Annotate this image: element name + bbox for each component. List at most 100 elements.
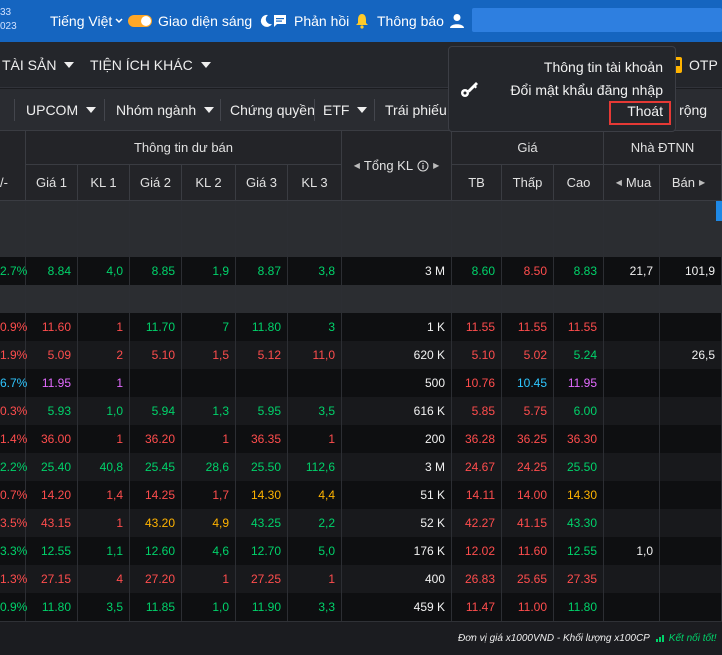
cell-g1: 14.20 [26, 481, 78, 509]
cell-buy [604, 565, 660, 593]
tab-divider [104, 99, 105, 121]
cell-tkl: 616 K [342, 397, 452, 425]
table-row[interactable]: 1.4% 36.00 1 36.20 1 36.35 1 200 36.28 36.25 36.30 [0, 425, 722, 453]
header-col-price3[interactable]: Giá 3 [236, 165, 288, 201]
logout-highlight-box [609, 101, 671, 125]
cell-g2: 12.60 [130, 537, 182, 565]
cell-chg: 3.5% [0, 509, 27, 537]
cell-low: 11.60 [502, 537, 554, 565]
table-row[interactable]: 2.7% 8.84 4,0 8.85 1,9 8.87 3,8 3 M 8.60 8.50 8.83… [0, 257, 722, 285]
tab-bonds[interactable]: Trái phiếu [385, 89, 447, 131]
header-col-vol1[interactable]: KL 1 [78, 165, 130, 201]
cell-g2: 8.85 [130, 257, 182, 285]
cell-kl2 [182, 229, 236, 257]
header-col-high[interactable]: Cao [554, 165, 604, 201]
header-col-avg[interactable]: TB [452, 165, 502, 201]
menu-utilities[interactable]: TIỆN ÍCH KHÁC [90, 42, 211, 88]
cell-g1 [26, 285, 78, 313]
tab-warrants[interactable]: Chứng quyền [230, 89, 315, 131]
table-row[interactable]: 1.3% 27.15 4 27.20 1 27.25 1 400 26.83 25.65 27.35 [0, 565, 722, 593]
header-col-low[interactable]: Thấp [502, 165, 554, 201]
header-total-volume[interactable]: ◀ Tổng KL ▶ [342, 131, 452, 201]
cell-kl1: 1 [78, 313, 130, 341]
menu-change-password[interactable]: Đổi mật khẩu đăng nhập [510, 82, 663, 98]
header-col-foreign-sell[interactable]: Bán ▶ [660, 165, 722, 201]
cell-tkl [342, 201, 452, 229]
header-col-price1[interactable]: Giá 1 [26, 165, 78, 201]
cell-g3: 27.25 [236, 565, 288, 593]
table-row[interactable]: 0.9% 11.80 3,5 11.85 1,0 11.90 3,3 459 K 11.47 11… [0, 593, 722, 621]
menu-assets[interactable]: TÀI SẢN [2, 42, 75, 88]
menu-account-info[interactable]: Thông tin tài khoản [544, 59, 663, 75]
header-col-price2[interactable]: Giá 2 [130, 165, 182, 201]
cell-g2: 36.20 [130, 425, 182, 453]
menu-assets-label: TÀI SẢN [2, 57, 57, 73]
table-row[interactable]: 2.2% 25.40 40,8 25.45 28,6 25.50 112,6 3 M 24.67… [0, 453, 722, 481]
cell-kl2: 4,6 [182, 537, 236, 565]
cell-g3: 12.70 [236, 537, 288, 565]
header-col-change[interactable]: /- [0, 165, 26, 201]
table-row[interactable]: 0.3% 5.93 1,0 5.94 1,3 5.95 3,5 616 K 5.85 5.75 6.… [0, 397, 722, 425]
table-row[interactable]: 3.3% 12.55 1,1 12.60 4,6 12.70 5,0 176 K 12.02 11… [0, 537, 722, 565]
cell-tb: 24.67 [452, 453, 502, 481]
table-row[interactable]: 6.7% 11.95 1 500 10.76 10.45 11.95 [0, 369, 722, 397]
cell-kl2: 1,9 [182, 257, 236, 285]
cell-low [502, 229, 554, 257]
table-row[interactable]: 0.9% 11.60 1 11.70 7 11.80 3 1 K 11.55 11.55 11.55 [0, 313, 722, 341]
cell-g3: 36.35 [236, 425, 288, 453]
table-row[interactable] [0, 229, 722, 257]
clock-line-1: 33 [0, 7, 12, 18]
cell-g2: 5.10 [130, 341, 182, 369]
tab-upcom[interactable]: UPCOM [26, 89, 97, 131]
cell-kl3: 3,3 [288, 593, 342, 621]
header-col-vol2[interactable]: KL 2 [182, 165, 236, 201]
cell-tb: 8.60 [452, 257, 502, 285]
feedback-button[interactable]: Phản hồi [272, 0, 349, 42]
scrollbar[interactable] [716, 201, 722, 221]
feedback-label: Phản hồi [294, 13, 350, 29]
cell-chg: 0.3% [0, 397, 27, 425]
account-name-field[interactable] [472, 8, 722, 32]
cell-buy [604, 313, 660, 341]
cell-buy: 21,7 [604, 257, 660, 285]
cell-kl2: 1,3 [182, 397, 236, 425]
cell-kl2: 1,0 [182, 593, 236, 621]
cell-tb: 10.76 [452, 369, 502, 397]
cell-sell [660, 397, 722, 425]
cell-chg: 2.7% [0, 257, 27, 285]
cell-g2 [130, 201, 182, 229]
language-selector[interactable]: Tiếng Việt [50, 0, 124, 42]
foreign-sell-label: Bán [671, 175, 695, 190]
cell-high [554, 229, 604, 257]
cell-low: 14.00 [502, 481, 554, 509]
notification-button[interactable]: Thông báo [354, 0, 444, 42]
table-row[interactable] [0, 201, 722, 229]
tab-industry[interactable]: Nhóm ngành [116, 89, 215, 131]
cell-high: 11.80 [554, 593, 604, 621]
header-col-vol3[interactable]: KL 3 [288, 165, 342, 201]
cell-g3: 11.90 [236, 593, 288, 621]
cell-g3: 8.87 [236, 257, 288, 285]
cell-tkl [342, 285, 452, 313]
table-row[interactable]: 0.7% 14.20 1,4 14.25 1,7 14.30 4,4 51 K 14.11 14.… [0, 481, 722, 509]
cell-g1: 43.15 [26, 509, 78, 537]
header-sell-info: Thông tin dư bán [26, 131, 342, 165]
theme-toggle[interactable]: Giao diện sáng [128, 0, 274, 42]
cell-kl1 [78, 201, 130, 229]
cell-kl1: 1 [78, 425, 130, 453]
header-col-foreign-buy[interactable]: ◀ Mua [604, 165, 660, 201]
cell-chg: 1.9% [0, 341, 27, 369]
notification-label: Thông báo [377, 13, 444, 29]
user-menu-button[interactable] [448, 0, 466, 42]
table-row[interactable]: 3.5% 43.15 1 43.20 4,9 43.25 2,2 52 K 42.27 41.15… [0, 509, 722, 537]
cell-high: 11.95 [554, 369, 604, 397]
tab-etf[interactable]: ETF [323, 89, 368, 131]
cell-tb: 42.27 [452, 509, 502, 537]
cell-kl2 [182, 201, 236, 229]
toggle-switch[interactable] [128, 15, 152, 27]
theme-label: Giao diện sáng [158, 13, 253, 29]
table-row[interactable]: 1.9% 5.09 2 5.10 1,5 5.12 11,0 620 K 5.10 5.02 5.2… [0, 341, 722, 369]
cell-buy [604, 481, 660, 509]
tab-etf-label: ETF [323, 102, 350, 118]
table-row[interactable] [0, 285, 722, 313]
